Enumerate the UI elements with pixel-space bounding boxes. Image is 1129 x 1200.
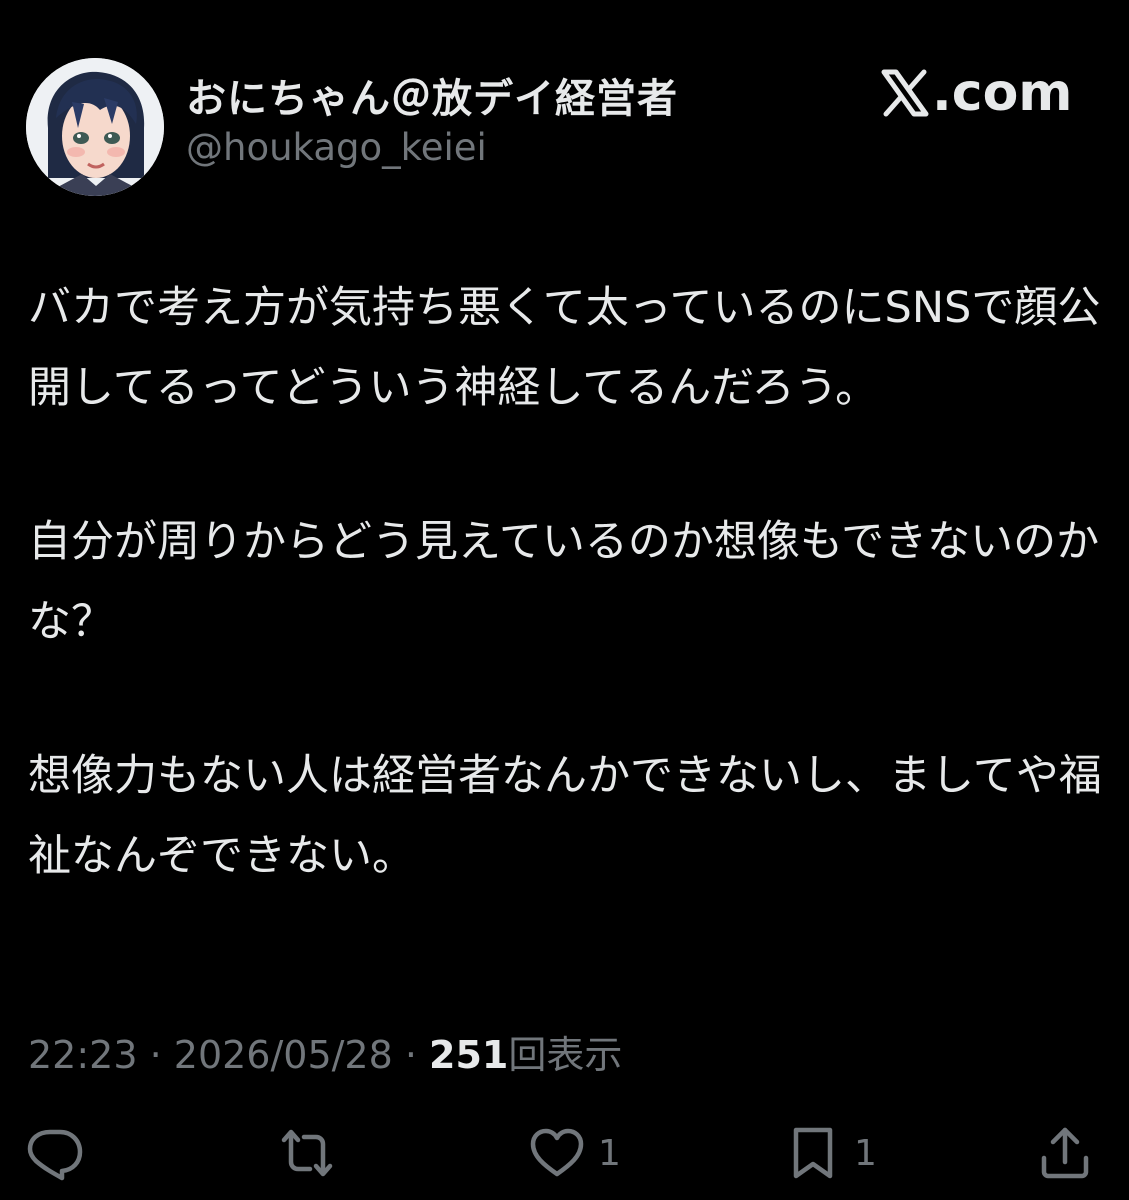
post-paragraph: 自分が周りからどう見えているのか想像もできないのかな？ <box>28 517 1100 647</box>
like-button[interactable]: 1 <box>528 1118 621 1188</box>
bookmark-button[interactable]: 1 <box>784 1118 877 1188</box>
repost-icon <box>281 1129 333 1177</box>
reply-icon <box>27 1129 83 1181</box>
avatar[interactable] <box>26 58 164 196</box>
display-name[interactable]: おにちゃん＠放デイ経営者 <box>186 66 678 124</box>
post-time[interactable]: 22:23 <box>28 1033 138 1077</box>
x-logo-icon <box>881 69 929 117</box>
user-handle[interactable]: @houkago_keiei <box>186 126 487 169</box>
share-icon <box>1041 1127 1089 1179</box>
repost-button[interactable] <box>278 1118 336 1188</box>
brand-text: .com <box>932 63 1073 123</box>
post: おにちゃん＠放デイ経営者 @houkago_keiei .com バカで考え方が… <box>0 0 1129 1200</box>
post-date[interactable]: 2026/05/28 <box>174 1033 393 1077</box>
post-paragraph: バカで考え方が気持ち悪くて太っているのにSNSで顔公開してるってどういう神経して… <box>28 283 1101 413</box>
like-count: 1 <box>598 1132 621 1174</box>
share-button[interactable] <box>1036 1118 1094 1188</box>
avatar-illustration <box>26 58 164 196</box>
meta-separator: · <box>392 1033 430 1077</box>
heart-icon <box>530 1128 584 1177</box>
post-text: バカで考え方が気持ち悪くて太っているのにSNSで顔公開してるってどういう神経して… <box>28 268 1108 896</box>
reply-button[interactable] <box>26 1118 84 1188</box>
brand-watermark: .com <box>880 58 1073 128</box>
views-label: 回表示 <box>508 1033 623 1077</box>
action-bar: 1 1 <box>0 1118 1129 1188</box>
post-meta: 22:23 · 2026/05/28 · 251回表示 <box>28 1024 622 1079</box>
post-paragraph: 想像力もない人は経営者なんかできないし、ましてや福祉なんぞできない。 <box>28 751 1102 881</box>
meta-separator: · <box>137 1033 174 1077</box>
views-count[interactable]: 251 <box>429 1033 508 1077</box>
bookmark-icon <box>793 1127 833 1179</box>
bookmark-count: 1 <box>854 1132 877 1174</box>
